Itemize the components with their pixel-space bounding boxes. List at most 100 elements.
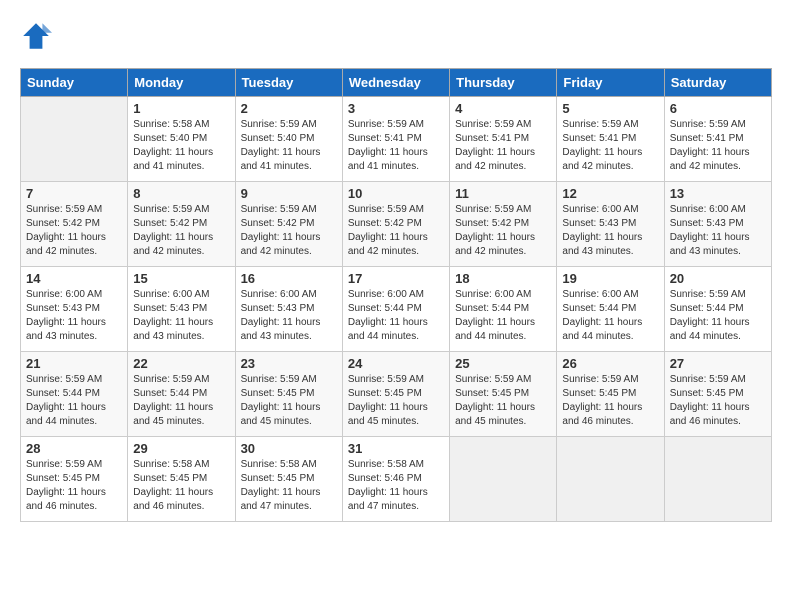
day-info: Sunrise: 6:00 AM Sunset: 5:43 PM Dayligh… xyxy=(562,203,658,259)
day-info: Sunrise: 5:59 AM Sunset: 5:42 PM Dayligh… xyxy=(348,203,444,259)
weekday-header: Tuesday xyxy=(235,69,342,97)
day-info: Sunrise: 5:59 AM Sunset: 5:45 PM Dayligh… xyxy=(455,373,551,429)
day-number: 6 xyxy=(670,101,766,116)
day-info: Sunrise: 5:58 AM Sunset: 5:45 PM Dayligh… xyxy=(241,458,337,514)
day-info: Sunrise: 5:59 AM Sunset: 5:44 PM Dayligh… xyxy=(26,373,122,429)
day-number: 16 xyxy=(241,271,337,286)
calendar-cell: 19 Sunrise: 6:00 AM Sunset: 5:44 PM Dayli… xyxy=(557,267,664,352)
calendar-cell: 11 Sunrise: 5:59 AM Sunset: 5:42 PM Dayli… xyxy=(450,182,557,267)
calendar-cell: 21 Sunrise: 5:59 AM Sunset: 5:44 PM Dayli… xyxy=(21,352,128,437)
day-number: 25 xyxy=(455,356,551,371)
calendar-cell: 26 Sunrise: 5:59 AM Sunset: 5:45 PM Dayli… xyxy=(557,352,664,437)
day-info: Sunrise: 5:58 AM Sunset: 5:46 PM Dayligh… xyxy=(348,458,444,514)
day-number: 5 xyxy=(562,101,658,116)
calendar-cell: 23Sunrise: 5:59 AM Sunset: 5:45 PM Dayli… xyxy=(235,352,342,437)
day-number: 18 xyxy=(455,271,551,286)
day-info: Sunrise: 6:00 AM Sunset: 5:44 PM Dayligh… xyxy=(455,288,551,344)
day-info: Sunrise: 5:58 AM Sunset: 5:45 PM Dayligh… xyxy=(133,458,229,514)
calendar-cell: 17Sunrise: 6:00 AM Sunset: 5:44 PM Dayli… xyxy=(342,267,449,352)
day-number: 17 xyxy=(348,271,444,286)
calendar-cell: 27 Sunrise: 5:59 AM Sunset: 5:45 PM Dayli… xyxy=(664,352,771,437)
calendar-cell: 31 Sunrise: 5:58 AM Sunset: 5:46 PM Dayli… xyxy=(342,437,449,522)
calendar-cell xyxy=(557,437,664,522)
calendar-cell: 3Sunrise: 5:59 AM Sunset: 5:41 PM Daylig… xyxy=(342,97,449,182)
calendar-cell xyxy=(450,437,557,522)
calendar-cell: 13 Sunrise: 6:00 AM Sunset: 5:43 PM Dayli… xyxy=(664,182,771,267)
day-number: 30 xyxy=(241,441,337,456)
weekday-header: Sunday xyxy=(21,69,128,97)
day-info: Sunrise: 6:00 AM Sunset: 5:43 PM Dayligh… xyxy=(670,203,766,259)
day-info: Sunrise: 5:58 AM Sunset: 5:40 PM Dayligh… xyxy=(133,118,229,174)
calendar-week-row: 1 Sunrise: 5:58 AM Sunset: 5:40 PM Daylig… xyxy=(21,97,772,182)
day-number: 12 xyxy=(562,186,658,201)
day-number: 1 xyxy=(133,101,229,116)
calendar-cell: 24 Sunrise: 5:59 AM Sunset: 5:45 PM Dayli… xyxy=(342,352,449,437)
calendar-cell: 8Sunrise: 5:59 AM Sunset: 5:42 PM Daylig… xyxy=(128,182,235,267)
day-number: 13 xyxy=(670,186,766,201)
calendar-cell: 1 Sunrise: 5:58 AM Sunset: 5:40 PM Daylig… xyxy=(128,97,235,182)
calendar-cell: 20Sunrise: 5:59 AM Sunset: 5:44 PM Dayli… xyxy=(664,267,771,352)
day-info: Sunrise: 5:59 AM Sunset: 5:42 PM Dayligh… xyxy=(455,203,551,259)
day-info: Sunrise: 5:59 AM Sunset: 5:44 PM Dayligh… xyxy=(133,373,229,429)
day-number: 3 xyxy=(348,101,444,116)
day-info: Sunrise: 6:00 AM Sunset: 5:44 PM Dayligh… xyxy=(562,288,658,344)
day-info: Sunrise: 5:59 AM Sunset: 5:45 PM Dayligh… xyxy=(348,373,444,429)
day-number: 26 xyxy=(562,356,658,371)
day-number: 8 xyxy=(133,186,229,201)
logo-icon xyxy=(20,20,52,52)
day-number: 31 xyxy=(348,441,444,456)
calendar-cell: 28Sunrise: 5:59 AM Sunset: 5:45 PM Dayli… xyxy=(21,437,128,522)
day-info: Sunrise: 6:00 AM Sunset: 5:43 PM Dayligh… xyxy=(26,288,122,344)
day-number: 4 xyxy=(455,101,551,116)
day-info: Sunrise: 5:59 AM Sunset: 5:41 PM Dayligh… xyxy=(562,118,658,174)
calendar-week-row: 7 Sunrise: 5:59 AM Sunset: 5:42 PM Daylig… xyxy=(21,182,772,267)
weekday-header: Thursday xyxy=(450,69,557,97)
calendar-cell: 16 Sunrise: 6:00 AM Sunset: 5:43 PM Dayli… xyxy=(235,267,342,352)
day-info: Sunrise: 5:59 AM Sunset: 5:42 PM Dayligh… xyxy=(241,203,337,259)
calendar-cell: 14 Sunrise: 6:00 AM Sunset: 5:43 PM Dayli… xyxy=(21,267,128,352)
day-number: 24 xyxy=(348,356,444,371)
calendar-header-row: SundayMondayTuesdayWednesdayThursdayFrid… xyxy=(21,69,772,97)
day-number: 11 xyxy=(455,186,551,201)
day-number: 9 xyxy=(241,186,337,201)
day-number: 10 xyxy=(348,186,444,201)
day-number: 2 xyxy=(241,101,337,116)
calendar-cell: 9 Sunrise: 5:59 AM Sunset: 5:42 PM Daylig… xyxy=(235,182,342,267)
calendar-cell: 7 Sunrise: 5:59 AM Sunset: 5:42 PM Daylig… xyxy=(21,182,128,267)
weekday-header: Wednesday xyxy=(342,69,449,97)
day-number: 27 xyxy=(670,356,766,371)
calendar-cell: 6 Sunrise: 5:59 AM Sunset: 5:41 PM Daylig… xyxy=(664,97,771,182)
weekday-header: Monday xyxy=(128,69,235,97)
calendar-week-row: 21 Sunrise: 5:59 AM Sunset: 5:44 PM Dayli… xyxy=(21,352,772,437)
calendar-cell: 25 Sunrise: 5:59 AM Sunset: 5:45 PM Dayli… xyxy=(450,352,557,437)
day-info: Sunrise: 5:59 AM Sunset: 5:42 PM Dayligh… xyxy=(26,203,122,259)
day-number: 29 xyxy=(133,441,229,456)
day-number: 20 xyxy=(670,271,766,286)
calendar-cell: 22 Sunrise: 5:59 AM Sunset: 5:44 PM Dayli… xyxy=(128,352,235,437)
calendar-cell xyxy=(21,97,128,182)
page-header xyxy=(20,20,772,52)
calendar-cell: 12 Sunrise: 6:00 AM Sunset: 5:43 PM Dayli… xyxy=(557,182,664,267)
calendar-cell: 10 Sunrise: 5:59 AM Sunset: 5:42 PM Dayli… xyxy=(342,182,449,267)
day-number: 28 xyxy=(26,441,122,456)
day-info: Sunrise: 5:59 AM Sunset: 5:45 PM Dayligh… xyxy=(241,373,337,429)
day-number: 15 xyxy=(133,271,229,286)
day-info: Sunrise: 5:59 AM Sunset: 5:41 PM Dayligh… xyxy=(670,118,766,174)
calendar-table: SundayMondayTuesdayWednesdayThursdayFrid… xyxy=(20,68,772,522)
day-number: 19 xyxy=(562,271,658,286)
day-number: 7 xyxy=(26,186,122,201)
calendar-week-row: 14 Sunrise: 6:00 AM Sunset: 5:43 PM Dayli… xyxy=(21,267,772,352)
day-number: 22 xyxy=(133,356,229,371)
day-info: Sunrise: 5:59 AM Sunset: 5:45 PM Dayligh… xyxy=(670,373,766,429)
day-info: Sunrise: 5:59 AM Sunset: 5:40 PM Dayligh… xyxy=(241,118,337,174)
day-info: Sunrise: 5:59 AM Sunset: 5:45 PM Dayligh… xyxy=(562,373,658,429)
day-number: 14 xyxy=(26,271,122,286)
day-info: Sunrise: 6:00 AM Sunset: 5:43 PM Dayligh… xyxy=(133,288,229,344)
day-info: Sunrise: 6:00 AM Sunset: 5:43 PM Dayligh… xyxy=(241,288,337,344)
day-number: 21 xyxy=(26,356,122,371)
day-info: Sunrise: 5:59 AM Sunset: 5:41 PM Dayligh… xyxy=(455,118,551,174)
weekday-header: Saturday xyxy=(664,69,771,97)
calendar-cell: 29 Sunrise: 5:58 AM Sunset: 5:45 PM Dayli… xyxy=(128,437,235,522)
calendar-cell: 5 Sunrise: 5:59 AM Sunset: 5:41 PM Daylig… xyxy=(557,97,664,182)
calendar-week-row: 28Sunrise: 5:59 AM Sunset: 5:45 PM Dayli… xyxy=(21,437,772,522)
